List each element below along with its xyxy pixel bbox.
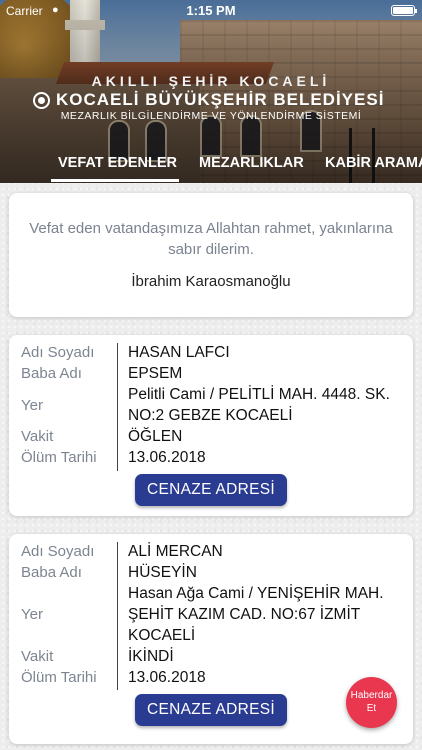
deceased-name: HASAN LAFCI [128,344,230,361]
label-date: Ölüm Tarihi [21,449,97,466]
label-father: Baba Adı [21,365,82,382]
tab-vefat-edenler[interactable]: VEFAT EDENLER [58,155,177,171]
label-time: Vakit [21,648,54,665]
municipality-emblem-icon [33,92,50,109]
label-name: Adı Soyadı [21,344,95,361]
prayer-time: ÖĞLEN [128,428,183,445]
funeral-place: Pelitli Cami / PELİTLİ MAH. 4448. SK. NO… [128,386,390,424]
tab-mezarliklar[interactable]: MEZARLIKLAR [199,155,304,171]
brand-logo: KOCAELİ BÜYÜKŞEHİR BELEDİYESİ [30,90,410,112]
tab-bar: VEFAT EDENLER MEZARLIKLAR KABİR ARAMA [0,150,422,183]
funeral-address-button[interactable]: CENAZE ADRESİ [135,694,287,726]
deceased-name: ALİ MERCAN [128,543,223,560]
deceased-card: Adı Soyadı Baba Adı Yer Vakit Ölüm Tarih… [9,335,413,516]
brand-tagline: AKILLI ŞEHİR KOCAELİ [91,73,331,89]
column-divider [117,542,118,690]
column-divider [117,343,118,471]
funeral-address-button[interactable]: CENAZE ADRESİ [135,474,287,506]
label-date: Ölüm Tarihi [21,669,97,686]
father-name: EPSEM [128,365,183,382]
tab-kabir-arama[interactable]: KABİR ARAMA [325,155,422,171]
father-name: HÜSEYİN [128,564,197,581]
condolence-message: Vefat eden vatandaşımıza Allahtan rahmet… [29,220,393,258]
prayer-time: İKİNDİ [128,648,174,665]
label-time: Vakit [21,428,54,445]
label-place: Yer [21,606,43,623]
clock: 1:15 PM [186,3,236,18]
battery-icon [391,5,417,16]
label-place: Yer [21,397,43,414]
brand-name: KOCAELİ BÜYÜKŞEHİR BELEDİYESİ [56,90,385,109]
notify-me-label: Haberdar Et [350,690,393,714]
status-bar: Carrier ● 1:15 PM [0,0,422,22]
header-banner: Carrier ● 1:15 PM AKILLI ŞEHİR KOCAELİ K… [0,0,422,183]
active-tab-indicator [51,179,179,182]
notify-me-button[interactable]: Haberdar Et [346,677,397,728]
brand-subtitle: MEZARLIK BİLGİLENDİRME VE YÖNLENDİRME Sİ… [60,110,362,122]
label-name: Adı Soyadı [21,543,95,560]
condolence-signature: İbrahim Karaosmanoğlu [131,273,291,290]
label-father: Baba Adı [21,564,82,581]
funeral-place: Hasan Ağa Cami / YENİŞEHİR MAH. ŞEHİT KA… [128,585,384,644]
condolence-card: Vefat eden vatandaşımıza Allahtan rahmet… [9,193,413,317]
death-date: 13.06.2018 [128,449,206,466]
